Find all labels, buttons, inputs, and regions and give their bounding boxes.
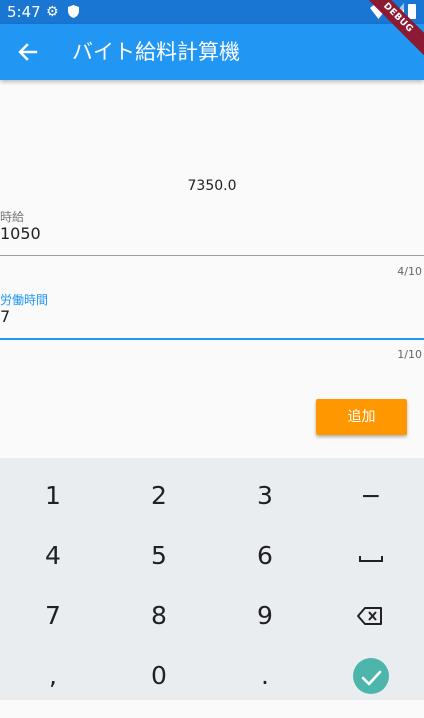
key-9[interactable]: 9: [212, 586, 318, 646]
back-arrow-icon[interactable]: [14, 38, 42, 66]
work-hours-input[interactable]: 7: [0, 307, 10, 327]
key-period[interactable]: .: [212, 646, 318, 706]
status-bar: 5:47 ⚙: [0, 0, 424, 24]
key-0[interactable]: 0: [106, 646, 212, 706]
numeric-keyboard: 1 2 3 − 4 5 6 7 8 9 , 0 .: [0, 458, 424, 700]
key-4[interactable]: 4: [0, 526, 106, 586]
hourly-wage-input[interactable]: 1050: [0, 224, 41, 244]
hourly-wage-field[interactable]: 時給 1050 4/10: [0, 210, 424, 282]
key-space[interactable]: [318, 526, 424, 586]
shield-icon: [68, 5, 79, 18]
key-7[interactable]: 7: [0, 586, 106, 646]
key-comma[interactable]: ,: [0, 646, 106, 706]
key-done[interactable]: [318, 646, 424, 706]
key-backspace[interactable]: [318, 586, 424, 646]
key-5[interactable]: 5: [106, 526, 212, 586]
add-button[interactable]: 追加: [316, 399, 407, 435]
hourly-wage-counter: 4/10: [397, 265, 422, 278]
key-1[interactable]: 1: [0, 466, 106, 526]
gear-icon: ⚙: [46, 4, 59, 20]
space-icon: [359, 556, 383, 562]
key-8[interactable]: 8: [106, 586, 212, 646]
work-hours-counter: 1/10: [397, 348, 422, 361]
key-minus[interactable]: −: [318, 466, 424, 526]
key-2[interactable]: 2: [106, 466, 212, 526]
check-icon: [361, 670, 382, 686]
salary-result: 7350.0: [187, 178, 237, 194]
app-bar: バイト給料計算機: [0, 24, 424, 80]
hourly-wage-underline: [0, 255, 424, 256]
key-3[interactable]: 3: [212, 466, 318, 526]
work-hours-underline: [0, 338, 424, 340]
done-button: [353, 658, 389, 694]
backspace-icon: [357, 607, 382, 625]
key-6[interactable]: 6: [212, 526, 318, 586]
hourly-wage-label: 時給: [0, 210, 25, 224]
work-hours-field[interactable]: 労働時間 7 1/10: [0, 293, 424, 365]
page-title: バイト給料計算機: [72, 40, 240, 64]
work-hours-label: 労働時間: [0, 293, 49, 307]
status-time: 5:47: [7, 3, 41, 21]
battery-icon: [408, 4, 416, 19]
